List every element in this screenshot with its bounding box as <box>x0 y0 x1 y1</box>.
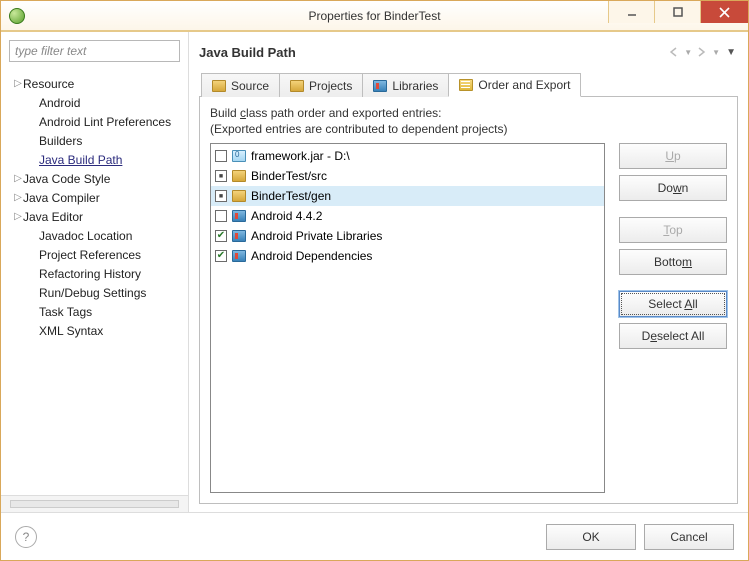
cancel-button[interactable]: Cancel <box>644 524 734 550</box>
checkbox[interactable] <box>215 230 227 242</box>
tree-item[interactable]: Task Tags <box>7 302 188 321</box>
list-row[interactable]: Android Dependencies <box>211 246 604 266</box>
list-row[interactable]: Android 4.4.2 <box>211 206 604 226</box>
maximize-button[interactable] <box>654 1 700 23</box>
view-menu-button[interactable]: ▼ <box>724 45 738 60</box>
folder-icon <box>290 80 304 92</box>
list-row[interactable]: BinderTest/src <box>211 166 604 186</box>
tab-label: Source <box>231 79 269 93</box>
tree-item-label: Android Lint Preferences <box>39 115 171 129</box>
top-button[interactable]: Top <box>619 217 727 243</box>
filter-input[interactable] <box>15 44 174 58</box>
expander-icon[interactable]: ▷ <box>13 173 23 184</box>
tree-item-label: Java Editor <box>23 210 83 224</box>
tree-item-label: Resource <box>23 77 74 91</box>
pkg-icon <box>232 190 246 202</box>
entries-list[interactable]: framework.jar - D:\ BinderTest/src BinderT… <box>210 143 605 493</box>
entry-label: Android 4.4.2 <box>251 209 322 223</box>
tree-item[interactable]: Java Build Path <box>7 150 188 169</box>
tree-item-label: Builders <box>39 134 82 148</box>
tab-label: Order and Export <box>478 78 570 92</box>
bottom-button[interactable]: Bottom <box>619 249 727 275</box>
tree-item-label: Java Code Style <box>23 172 110 186</box>
book-icon <box>232 230 246 242</box>
tab[interactable]: Source <box>201 73 280 97</box>
tab[interactable]: Projects <box>279 73 363 97</box>
tree-item[interactable]: Project References <box>7 245 188 264</box>
window-title: Properties for BinderTest <box>308 9 440 23</box>
pkg-icon <box>232 170 246 182</box>
tab-label: Projects <box>309 79 352 93</box>
list-row[interactable]: framework.jar - D:\ <box>211 146 604 166</box>
close-button[interactable] <box>700 1 748 23</box>
tree-item-label: Run/Debug Settings <box>39 286 146 300</box>
folder-icon <box>212 80 226 92</box>
tree-item[interactable]: XML Syntax <box>7 321 188 340</box>
entry-label: Android Private Libraries <box>251 229 382 243</box>
tree-item-label: Java Compiler <box>23 191 100 205</box>
tree-item[interactable]: ▷Resource <box>7 74 188 93</box>
checkbox[interactable] <box>215 210 227 222</box>
tree-item[interactable]: ▷Java Code Style <box>7 169 188 188</box>
tree-item-label: XML Syntax <box>39 324 103 338</box>
book-icon <box>373 80 387 92</box>
tree-item[interactable]: Builders <box>7 131 188 150</box>
tree-item-label: Refactoring History <box>39 267 141 281</box>
down-button[interactable]: Down <box>619 175 727 201</box>
list-row[interactable]: BinderTest/gen <box>211 186 604 206</box>
checkbox[interactable] <box>215 190 227 202</box>
deselect-all-button[interactable]: Deselect All <box>619 323 727 349</box>
description-text: Build class path order and exported entr… <box>210 105 727 137</box>
category-tree[interactable]: ▷ResourceAndroidAndroid Lint Preferences… <box>1 70 188 495</box>
select-all-button[interactable]: Select All <box>619 291 727 317</box>
up-button[interactable]: Up <box>619 143 727 169</box>
tab-bar: Source Projects Libraries Order and Export <box>199 72 738 97</box>
checkbox[interactable] <box>215 250 227 262</box>
minimize-button[interactable] <box>608 1 654 23</box>
expander-icon[interactable]: ▷ <box>13 211 23 222</box>
entry-label: BinderTest/gen <box>251 189 331 203</box>
tab[interactable]: Libraries <box>362 73 449 97</box>
ok-button[interactable]: OK <box>546 524 636 550</box>
horizontal-scrollbar[interactable] <box>1 495 188 512</box>
tree-item[interactable]: Android Lint Preferences <box>7 112 188 131</box>
tree-item-label: Javadoc Location <box>39 229 132 243</box>
tree-item-label: Android <box>39 96 80 110</box>
forward-button[interactable]: ▼ <box>696 45 722 59</box>
back-button[interactable]: ▼ <box>668 45 694 59</box>
entry-label: framework.jar - D:\ <box>251 149 350 163</box>
tree-item-label: Java Build Path <box>39 153 122 167</box>
tree-item-label: Project References <box>39 248 141 262</box>
section-title: Java Build Path <box>199 45 296 60</box>
checkbox[interactable] <box>215 150 227 162</box>
app-icon <box>9 8 25 24</box>
book-icon <box>232 210 246 222</box>
tree-item-label: Task Tags <box>39 305 92 319</box>
jar-icon <box>232 150 246 162</box>
expander-icon[interactable]: ▷ <box>13 192 23 203</box>
help-button[interactable]: ? <box>15 526 37 548</box>
tree-item[interactable]: Run/Debug Settings <box>7 283 188 302</box>
order-icon <box>459 79 473 91</box>
tree-item[interactable]: Android <box>7 93 188 112</box>
tab-label: Libraries <box>392 79 438 93</box>
expander-icon[interactable]: ▷ <box>13 78 23 89</box>
book-icon <box>232 250 246 262</box>
tree-item[interactable]: Javadoc Location <box>7 226 188 245</box>
filter-input-wrap[interactable] <box>9 40 180 62</box>
entry-label: BinderTest/src <box>251 169 327 183</box>
titlebar: Properties for BinderTest <box>1 1 748 31</box>
tab[interactable]: Order and Export <box>448 73 581 97</box>
tree-item[interactable]: ▷Java Editor <box>7 207 188 226</box>
entry-label: Android Dependencies <box>251 249 372 263</box>
tree-item[interactable]: Refactoring History <box>7 264 188 283</box>
checkbox[interactable] <box>215 170 227 182</box>
tree-item[interactable]: ▷Java Compiler <box>7 188 188 207</box>
list-row[interactable]: Android Private Libraries <box>211 226 604 246</box>
